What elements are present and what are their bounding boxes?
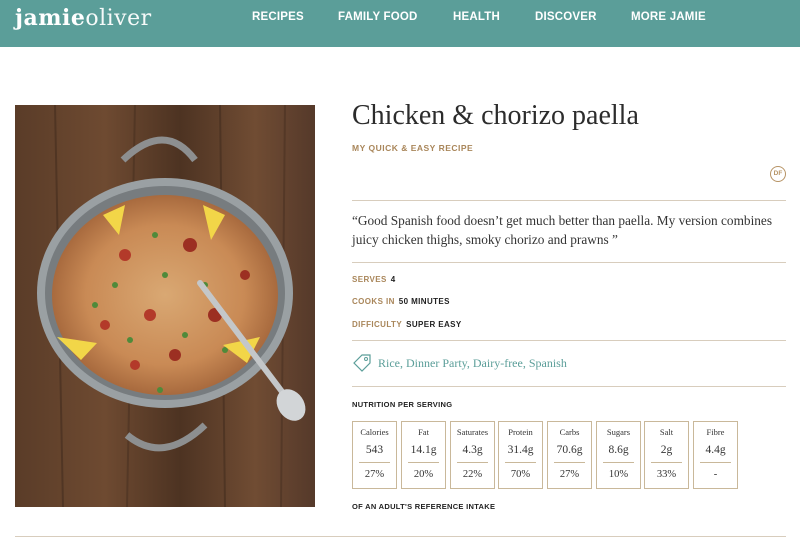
nutrition-value: 14.1g	[410, 444, 437, 456]
nutrition-value: 4.3g	[462, 444, 483, 456]
difficulty-value: SUPER EASY	[406, 320, 462, 329]
nutrition-separator	[505, 462, 536, 463]
nutrition-value: 31.4g	[507, 444, 534, 456]
recipe-title: Chicken & chorizo paella	[352, 100, 639, 131]
tag-spanish[interactable]: Spanish	[529, 356, 567, 370]
nutrition-separator	[554, 462, 585, 463]
recipe-intro-quote: “Good Spanish food doesn’t get much bett…	[352, 213, 772, 247]
tag-dinner-party[interactable]: Dinner Party	[406, 356, 467, 370]
nutrition-box-carbs: Carbs 70.6g 27%	[547, 421, 592, 489]
nutrition-percent: -	[713, 469, 718, 480]
nutrition-percent: 70%	[510, 469, 531, 480]
logo-oliver: oliver	[85, 6, 152, 31]
nutrition-box-calories: Calories 543 27%	[352, 421, 397, 489]
nutrition-separator	[651, 462, 682, 463]
nutrition-separator	[700, 462, 731, 463]
nutrition-label: Carbs	[559, 427, 580, 437]
nutrition-percent: 27%	[559, 469, 580, 480]
nutrition-separator	[457, 462, 488, 463]
recipe-tags: Rice, Dinner Party, Dairy-free, Spanish	[378, 356, 567, 370]
cooks-in-row: COOKS IN 50 MINUTES	[352, 297, 450, 306]
nutrition-value: 543	[365, 444, 384, 456]
nutrition-box-saturates: Saturates 4.3g 22%	[450, 421, 495, 489]
nutrition-label: Sugars	[606, 427, 631, 437]
nutrition-value: 70.6g	[556, 444, 583, 456]
divider	[352, 386, 786, 387]
divider	[352, 200, 786, 201]
nutrition-label: Fibre	[706, 427, 725, 437]
divider	[352, 340, 786, 341]
nutrition-box-protein: Protein 31.4g 70%	[498, 421, 543, 489]
nav-more-jamie[interactable]: MORE JAMIE	[631, 11, 706, 23]
difficulty-label: DIFFICULTY	[352, 320, 403, 329]
difficulty-row: DIFFICULTY SUPER EASY	[352, 320, 462, 329]
nutrition-box-salt: Salt 2g 33%	[644, 421, 689, 489]
tag-rice[interactable]: Rice	[378, 356, 400, 370]
nutrition-label: Calories	[360, 427, 389, 437]
cooks-in-label: COOKS IN	[352, 297, 395, 306]
divider	[15, 536, 786, 537]
tag-icon	[352, 353, 372, 378]
nav-family-food[interactable]: FAMILY FOOD	[338, 11, 418, 23]
nutrition-label: Fat	[418, 427, 429, 437]
nav-health[interactable]: HEALTH	[453, 11, 500, 23]
tag-dairy-free[interactable]: Dairy-free	[473, 356, 523, 370]
nutrition-percent: 33%	[656, 469, 677, 480]
site-logo[interactable]: jamieoliver	[15, 5, 152, 31]
logo-jamie: jamie	[15, 5, 86, 31]
cooks-in-value: 50 MINUTES	[398, 297, 450, 306]
nutrition-percent: 10%	[608, 469, 629, 480]
nutrition-box-sugars: Sugars 8.6g 10%	[596, 421, 641, 489]
nutrition-label: Salt	[659, 427, 674, 437]
nutrition-separator	[603, 462, 634, 463]
nav-recipes[interactable]: RECIPES	[252, 11, 304, 23]
serves-label: SERVES	[352, 275, 387, 284]
nutrition-percent: 20%	[413, 469, 434, 480]
recipe-photo	[15, 105, 315, 507]
nutrition-separator	[408, 462, 439, 463]
nutrition-heading: NUTRITION PER SERVING	[352, 400, 453, 409]
top-navigation-bar: jamieoliver RECIPES FAMILY FOOD HEALTH D…	[0, 0, 800, 47]
nutrition-box-fibre: Fibre 4.4g -	[693, 421, 738, 489]
nutrition-box-fat: Fat 14.1g 20%	[401, 421, 446, 489]
reference-intake-note: OF AN ADULT'S REFERENCE INTAKE	[352, 502, 496, 511]
nutrition-value: 2g	[660, 444, 673, 456]
nutrition-value: 8.6g	[608, 444, 629, 456]
nutrition-percent: 27%	[364, 469, 385, 480]
serves-row: SERVES 4	[352, 275, 396, 284]
dairy-free-badge: DF	[770, 166, 786, 182]
nutrition-value: 4.4g	[705, 444, 726, 456]
nav-discover[interactable]: DISCOVER	[535, 11, 597, 23]
divider	[352, 262, 786, 263]
serves-value: 4	[390, 275, 396, 284]
recipe-subtitle: MY QUICK & EASY RECIPE	[352, 143, 474, 153]
nutrition-separator	[359, 462, 390, 463]
nutrition-label: Saturates	[456, 427, 489, 437]
nutrition-label: Protein	[508, 427, 533, 437]
nutrition-percent: 22%	[462, 469, 483, 480]
